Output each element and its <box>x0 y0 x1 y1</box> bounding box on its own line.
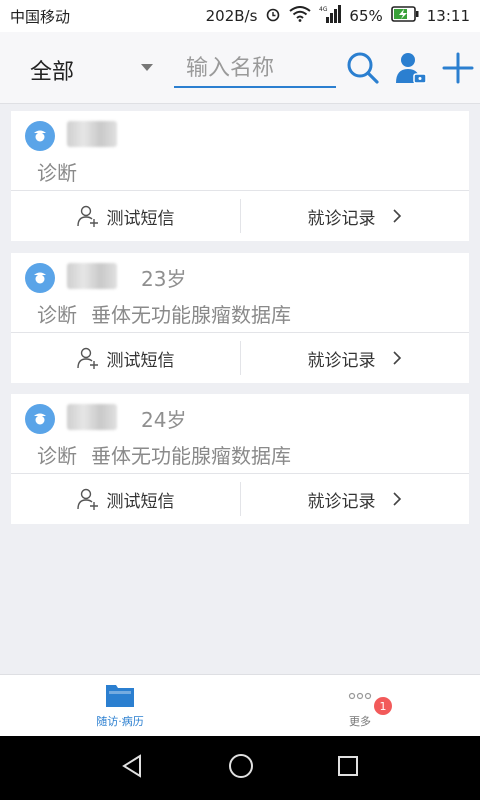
search-input[interactable] <box>174 50 336 86</box>
chevron-right-icon <box>392 208 402 224</box>
battery-percent: 65% <box>349 7 383 25</box>
alarm-icon <box>265 6 281 26</box>
home-icon[interactable] <box>227 752 255 784</box>
test-sms-button[interactable]: 测试短信 <box>11 333 240 383</box>
patient-age: 24岁 <box>141 408 187 432</box>
test-sms-button[interactable]: 测试短信 <box>11 191 240 241</box>
diagnosis-label: 诊断 <box>37 161 77 185</box>
user-icon[interactable] <box>393 50 429 86</box>
diagnosis-value: 垂体无功能腺瘤数据库 <box>91 444 291 468</box>
tab-followup-label: 随访·病历 <box>96 715 144 728</box>
network-type-label: 4G <box>319 6 328 13</box>
patient-name: 李四 <box>67 404 117 430</box>
patient-avatar-icon <box>25 263 55 293</box>
bottom-nav: 随访·病历 更多 1 <box>0 674 480 736</box>
add-contact-icon <box>76 347 99 369</box>
tab-followup-records[interactable]: 随访·病历 <box>0 675 240 736</box>
network-speed: 202B/s <box>205 7 258 25</box>
caret-down-icon[interactable] <box>141 64 153 71</box>
wifi-icon <box>289 6 312 26</box>
notification-badge: 1 <box>374 697 392 715</box>
patient-card[interactable]: 张三 23岁 诊断垂体无功能腺瘤数据库 测试短信 就诊记录 <box>11 253 469 383</box>
more-icon <box>345 682 375 711</box>
add-contact-icon <box>76 205 99 227</box>
visit-record-label: 就诊记录 <box>307 208 376 229</box>
patient-name: 李宁 <box>67 121 117 147</box>
patient-avatar-icon <box>25 121 55 151</box>
signal-icon: 4G <box>319 5 342 27</box>
patient-avatar-icon <box>25 404 55 434</box>
recent-apps-icon[interactable] <box>336 754 360 782</box>
clock: 13:11 <box>426 7 470 25</box>
test-sms-label: 测试短信 <box>106 350 175 371</box>
patient-diagnosis: 诊断 垂体无功能腺瘤数据库 <box>37 440 291 469</box>
system-nav-bar <box>0 736 480 800</box>
chevron-right-icon <box>392 491 402 507</box>
visit-record-button[interactable]: 就诊记录 <box>240 191 469 241</box>
patient-diagnosis: 诊断 <box>37 157 91 186</box>
add-contact-icon <box>76 488 99 510</box>
folder-icon <box>105 682 135 711</box>
search-field[interactable] <box>174 50 336 88</box>
diagnosis-value: 垂体无功能腺瘤数据库 <box>91 303 291 327</box>
patient-card[interactable]: 李四 24岁 诊断垂体无功能腺瘤数据库 测试短信 就诊记录 <box>11 394 469 524</box>
test-sms-label: 测试短信 <box>106 491 175 512</box>
patient-age: 23岁 <box>141 267 187 291</box>
status-bar: 中国移动 202B/s 4G 65% 13:11 <box>0 0 480 32</box>
add-icon[interactable] <box>440 50 476 86</box>
tab-more-label: 更多 <box>349 715 371 728</box>
diagnosis-label: 诊断 <box>37 444 77 468</box>
patient-diagnosis: 诊断 垂体无功能腺瘤数据库 <box>37 299 291 328</box>
chevron-right-icon <box>392 350 402 366</box>
battery-icon <box>390 6 419 26</box>
visit-record-button[interactable]: 就诊记录 <box>240 474 469 524</box>
tab-more[interactable]: 更多 1 <box>240 675 480 736</box>
visit-record-button[interactable]: 就诊记录 <box>240 333 469 383</box>
search-icon[interactable] <box>345 50 381 86</box>
visit-record-label: 就诊记录 <box>307 350 376 371</box>
carrier-name: 中国移动 <box>10 7 71 26</box>
patient-card[interactable]: 李宁 诊断 测试短信 就诊记录 <box>11 111 469 241</box>
top-toolbar: 全部 <box>0 32 480 104</box>
test-sms-label: 测试短信 <box>106 208 175 229</box>
diagnosis-label: 诊断 <box>37 303 77 327</box>
patient-name: 张三 <box>67 263 117 289</box>
filter-dropdown[interactable]: 全部 <box>30 54 74 86</box>
visit-record-label: 就诊记录 <box>307 491 376 512</box>
test-sms-button[interactable]: 测试短信 <box>11 474 240 524</box>
back-icon[interactable] <box>120 753 146 783</box>
